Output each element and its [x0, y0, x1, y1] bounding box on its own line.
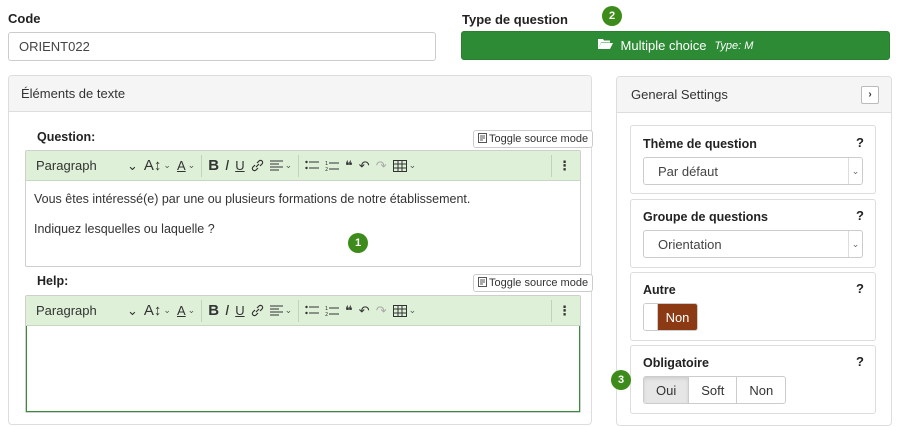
text-elements-title: Éléments de texte [21, 86, 126, 101]
question-type-value: Multiple choice [620, 38, 707, 53]
theme-help-icon[interactable]: ? [856, 135, 864, 150]
help-editor[interactable]: Paragraph ⌄ A↕ ⌄ A ⌄ B I U ⌄ 12 ❝ ↶ ↷ ⌄ ⋮ [25, 295, 581, 413]
font-color-icon[interactable]: A ⌄ [174, 299, 198, 323]
code-input[interactable]: ORIENT022 [8, 32, 436, 61]
source-mode-icon [478, 276, 487, 290]
question-toggle-source-button[interactable]: Toggle source mode [473, 130, 594, 148]
question-editor-toolbar: Paragraph ⌄ A↕ ⌄ A ⌄ B I U ⌄ 12 ❝ ↶ ↷ ⌄ ⋮ [26, 151, 580, 181]
font-size-icon[interactable]: A↕ ⌄ [141, 154, 174, 178]
help-toggle-source-button[interactable]: Toggle source mode [473, 274, 594, 292]
theme-select[interactable]: Par défaut ⌄ [643, 157, 863, 185]
toolbar-divider [551, 154, 552, 177]
callout-badge-2: 2 [602, 6, 622, 26]
mandatory-option-soft[interactable]: Soft [689, 377, 738, 403]
chevron-right-icon[interactable]: › [861, 85, 879, 104]
help-editor-toolbar: Paragraph ⌄ A↕ ⌄ A ⌄ B I U ⌄ 12 ❝ ↶ ↷ ⌄ ⋮ [26, 296, 580, 326]
underline-button[interactable]: U [232, 299, 247, 323]
font-size-icon[interactable]: A↕ ⌄ [141, 299, 174, 323]
chevron-down-icon[interactable]: ⌄ [124, 299, 141, 323]
question-line-2: Indiquez lesquelles ou laquelle ? [34, 222, 215, 237]
general-settings-header: General Settings › [617, 77, 891, 113]
mandatory-help-icon[interactable]: ? [856, 354, 864, 369]
toggle-source-label: Toggle source mode [489, 277, 589, 289]
link-icon[interactable] [248, 154, 267, 178]
svg-text:2: 2 [325, 167, 328, 172]
chevron-down-icon[interactable]: ⌄ [124, 154, 141, 178]
chevron-down-icon: ⌄ [848, 231, 862, 257]
theme-value: Par défaut [658, 163, 718, 179]
code-label: Code [8, 11, 41, 26]
bold-button[interactable]: B [205, 299, 222, 323]
toggle-knob [644, 304, 658, 330]
table-icon[interactable]: ⌄ [390, 299, 420, 323]
callout-badge-1: 1 [348, 233, 368, 253]
question-type-button[interactable]: Multiple choice Type: M [461, 31, 890, 60]
numbered-list-icon[interactable]: 12 [322, 299, 342, 323]
svg-text:2: 2 [325, 312, 328, 317]
question-content[interactable]: Vous êtes intéressé(e) par une ou plusie… [26, 181, 580, 262]
italic-button[interactable]: I [222, 154, 232, 178]
underline-button[interactable]: U [232, 154, 247, 178]
toolbar-divider [201, 154, 203, 177]
numbered-list-icon[interactable]: 12 [322, 154, 342, 178]
table-icon[interactable]: ⌄ [390, 154, 420, 178]
toolbar-divider [551, 299, 552, 322]
text-elements-header: Éléments de texte [9, 76, 591, 112]
question-type-label: Type de question [462, 12, 568, 27]
font-color-icon[interactable]: A ⌄ [174, 154, 198, 178]
source-mode-icon [478, 132, 487, 146]
help-label: Help: [37, 274, 69, 288]
toggle-source-label: Toggle source mode [489, 133, 589, 145]
help-content[interactable] [26, 326, 580, 412]
general-settings-title: General Settings [631, 87, 728, 102]
question-label: Question: [37, 130, 96, 144]
bulleted-list-icon[interactable] [302, 299, 322, 323]
italic-button[interactable]: I [222, 299, 232, 323]
group-label: Groupe de questions [643, 210, 769, 224]
other-help-icon[interactable]: ? [856, 281, 864, 296]
toolbar-divider [201, 299, 203, 322]
align-icon[interactable]: ⌄ [267, 154, 296, 178]
callout-badge-3: 3 [611, 370, 631, 390]
mandatory-option-non[interactable]: Non [737, 377, 785, 403]
redo-icon[interactable]: ↷ [373, 154, 390, 178]
other-toggle[interactable]: Non [643, 303, 698, 331]
bulleted-list-icon[interactable] [302, 154, 322, 178]
bold-button[interactable]: B [205, 154, 222, 178]
chevron-down-icon: ⌄ [848, 158, 862, 184]
blockquote-icon[interactable]: ❝ [342, 154, 356, 178]
redo-icon[interactable]: ↷ [373, 299, 390, 323]
mandatory-button-group: Oui Soft Non [643, 376, 787, 404]
more-icon[interactable]: ⋮ [555, 299, 574, 323]
paragraph-dropdown[interactable]: Paragraph [32, 154, 124, 178]
mandatory-option-oui[interactable]: Oui [644, 377, 690, 403]
folder-open-icon [597, 38, 613, 53]
paragraph-dropdown[interactable]: Paragraph [32, 299, 124, 323]
question-editor[interactable]: Paragraph ⌄ A↕ ⌄ A ⌄ B I U ⌄ 12 ❝ ↶ ↷ ⌄ ⋮ … [25, 150, 581, 267]
question-type-code: Type: M [714, 39, 754, 52]
other-toggle-state: Non [658, 304, 697, 330]
blockquote-icon[interactable]: ❝ [342, 299, 356, 323]
group-value: Orientation [658, 236, 722, 252]
toolbar-divider [298, 154, 300, 177]
question-line-1: Vous êtes intéressé(e) par une ou plusie… [34, 192, 471, 206]
mandatory-label: Obligatoire [643, 356, 709, 370]
undo-icon[interactable]: ↶ [356, 299, 373, 323]
other-label: Autre [643, 283, 676, 297]
paragraph-label: Paragraph [36, 158, 97, 173]
theme-label: Thème de question [643, 137, 757, 151]
paragraph-label: Paragraph [36, 303, 97, 318]
link-icon[interactable] [248, 299, 267, 323]
toolbar-divider [298, 299, 300, 322]
group-select[interactable]: Orientation ⌄ [643, 230, 863, 258]
undo-icon[interactable]: ↶ [356, 154, 373, 178]
more-icon[interactable]: ⋮ [555, 154, 574, 178]
align-icon[interactable]: ⌄ [267, 299, 296, 323]
group-help-icon[interactable]: ? [856, 208, 864, 223]
